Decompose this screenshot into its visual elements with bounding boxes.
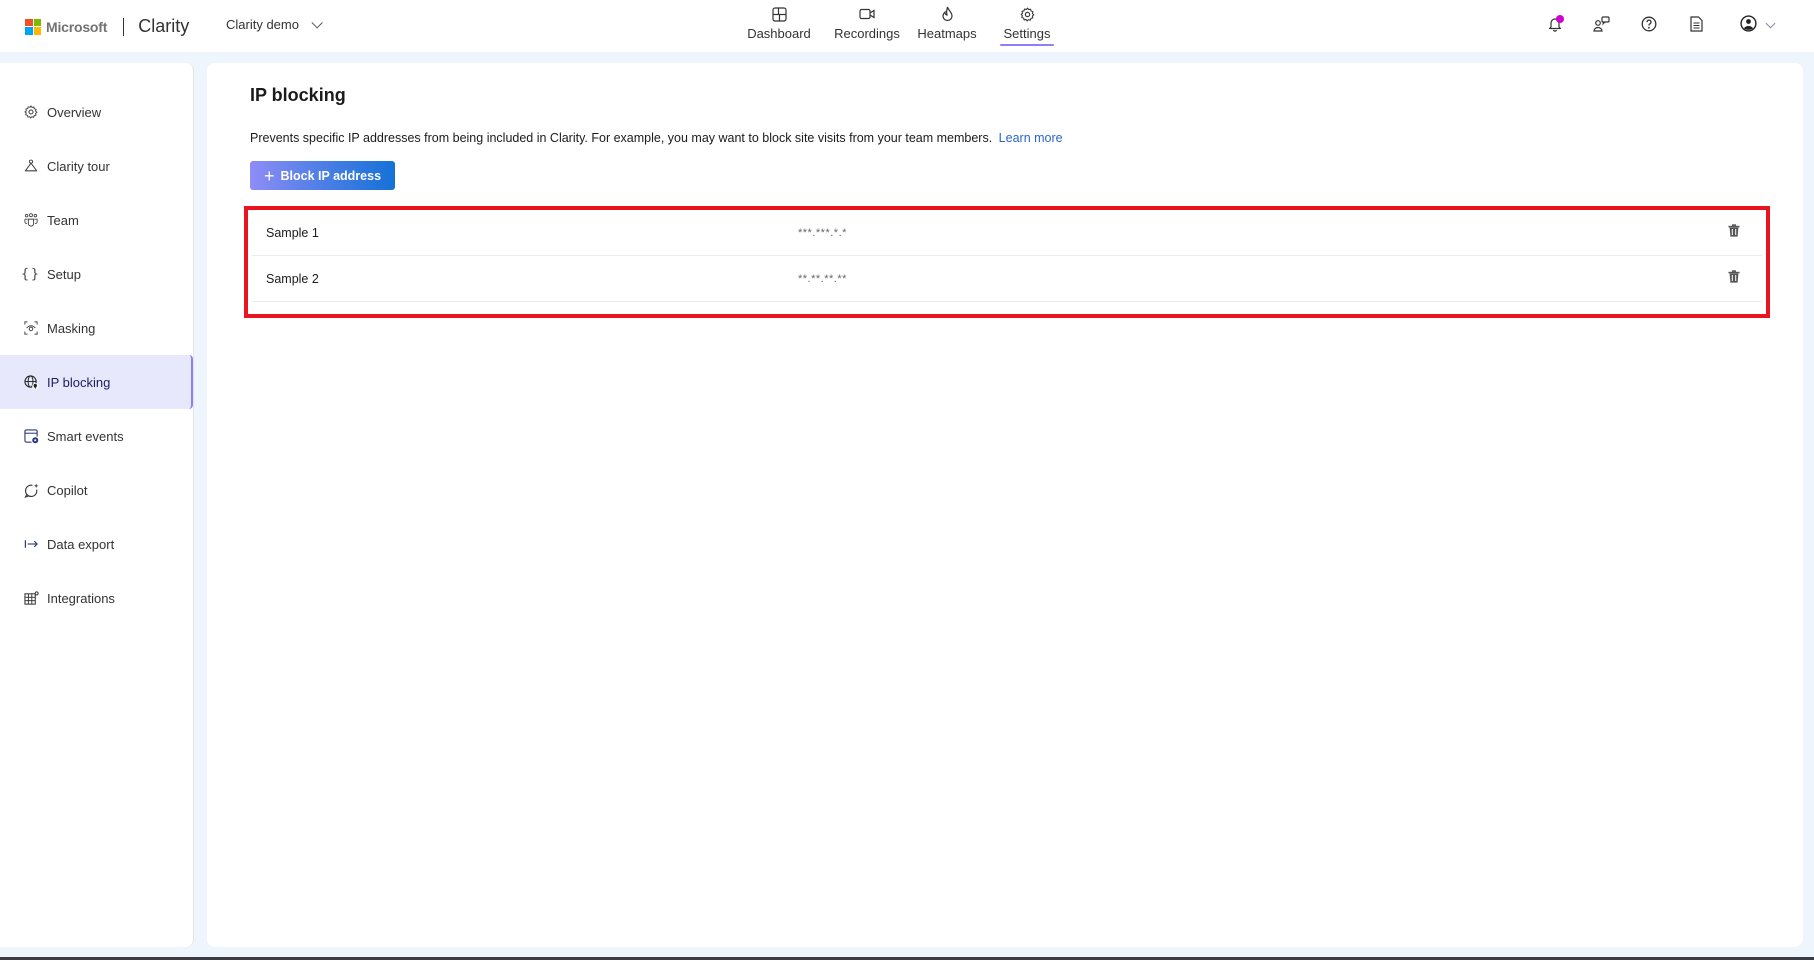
account-button[interactable] xyxy=(1740,14,1776,38)
top-header: Microsoft Clarity Clarity demo Dashboard… xyxy=(0,0,1814,52)
nav-tab-heatmaps[interactable]: Heatmaps xyxy=(917,5,977,41)
ip-address-value: **.**.**.** xyxy=(798,272,847,285)
braces-icon: {} xyxy=(21,266,41,282)
sidebar-item-smart-events[interactable]: Smart events xyxy=(0,409,193,463)
gear-icon xyxy=(1018,5,1036,23)
chevron-down-icon xyxy=(311,16,323,29)
help-circle-icon xyxy=(1641,16,1657,37)
flame-icon xyxy=(938,5,956,23)
copilot-sparkle-icon xyxy=(23,482,39,498)
sidebar-item-label: Setup xyxy=(47,266,81,282)
nav-tab-recordings[interactable]: Recordings xyxy=(834,5,900,41)
learn-more-link[interactable]: Learn more xyxy=(999,131,1063,145)
tour-hanger-icon xyxy=(23,158,39,174)
sidebar-item-label: Smart events xyxy=(47,428,124,444)
nav-tab-label: Recordings xyxy=(834,26,900,41)
sidebar-item-label: IP blocking xyxy=(47,374,111,390)
nav-tab-settings[interactable]: Settings xyxy=(1000,5,1054,46)
brand[interactable]: Microsoft Clarity xyxy=(25,16,189,37)
help-button[interactable] xyxy=(1637,14,1661,38)
dashboard-icon xyxy=(770,5,788,23)
microsoft-logo-icon xyxy=(25,18,41,35)
blocked-ip-list: Sample 1 ***.***.*.* Sample 2 **.**.**.*… xyxy=(244,206,1770,318)
ip-rule-name: Sample 2 xyxy=(266,271,319,286)
sidebar-item-team[interactable]: Team xyxy=(0,193,193,247)
block-ip-address-label: Block IP address xyxy=(280,168,382,183)
sidebar-item-label: Integrations xyxy=(47,590,115,606)
sidebar-item-label: Team xyxy=(47,212,79,228)
top-nav: Dashboard Recordings Heatmaps Settings xyxy=(745,5,1054,46)
export-arrow-icon xyxy=(23,536,39,552)
table-row: Sample 1 ***.***.*.* xyxy=(252,210,1762,256)
notifications-button[interactable] xyxy=(1543,14,1567,38)
table-row: Sample 2 **.**.**.** xyxy=(252,256,1762,302)
sidebar-item-setup[interactable]: {} Setup xyxy=(0,247,193,301)
header-actions xyxy=(1520,14,1776,38)
nav-tab-label: Dashboard xyxy=(747,26,811,41)
main-content: IP blocking Prevents specific IP address… xyxy=(207,63,1803,947)
sidebar-item-copilot[interactable]: Copilot xyxy=(0,463,193,517)
nav-tab-label: Heatmaps xyxy=(917,26,977,41)
sidebar-item-integrations[interactable]: Integrations xyxy=(0,571,193,625)
document-icon xyxy=(1689,15,1703,37)
documentation-button[interactable] xyxy=(1684,14,1708,38)
team-icon xyxy=(23,212,39,228)
grid-plug-icon xyxy=(23,590,39,606)
sidebar-item-overview[interactable]: Overview xyxy=(0,85,193,139)
app-name: Clarity xyxy=(138,16,190,36)
description-text: Prevents specific IP addresses from bein… xyxy=(250,131,993,145)
sidebar-item-label: Copilot xyxy=(47,482,88,498)
sidebar-item-ip-blocking[interactable]: IP blocking xyxy=(0,355,193,409)
people-chat-icon xyxy=(1593,15,1611,37)
eye-scan-icon xyxy=(23,320,39,336)
ip-address-value: ***.***.*.* xyxy=(798,226,847,239)
nav-tab-label: Settings xyxy=(1003,26,1051,41)
sidebar-item-clarity-tour[interactable]: Clarity tour xyxy=(0,139,193,193)
sidebar-item-label: Overview xyxy=(47,104,102,120)
sidebar-item-masking[interactable]: Masking xyxy=(0,301,193,355)
video-camera-icon xyxy=(858,5,876,23)
calendar-gear-icon xyxy=(23,428,39,444)
sidebar-item-label: Masking xyxy=(47,320,96,336)
microsoft-wordmark: Microsoft xyxy=(46,18,108,35)
delete-trash-icon[interactable] xyxy=(1728,224,1742,238)
delete-trash-icon[interactable] xyxy=(1728,270,1742,284)
sidebar-item-label: Clarity tour xyxy=(47,158,110,174)
page-description: Prevents specific IP addresses from bein… xyxy=(250,131,1063,145)
project-selector[interactable]: Clarity demo xyxy=(226,16,323,32)
account-icon xyxy=(1740,15,1757,37)
feedback-button[interactable] xyxy=(1590,14,1614,38)
ip-rule-name: Sample 1 xyxy=(266,225,319,240)
nav-tab-dashboard[interactable]: Dashboard xyxy=(745,5,813,41)
settings-sidebar: Overview Clarity tour Team {} Setup Mask… xyxy=(0,63,194,947)
sidebar-item-label: Data export xyxy=(47,536,115,552)
notification-badge xyxy=(1556,15,1564,23)
block-ip-address-button[interactable]: + Block IP address xyxy=(250,161,395,190)
project-name: Clarity demo xyxy=(226,17,299,32)
gear-icon xyxy=(23,104,39,120)
sidebar-item-data-export[interactable]: Data export xyxy=(0,517,193,571)
globe-lock-icon xyxy=(23,374,39,390)
chevron-down-icon xyxy=(1765,18,1776,28)
page-title: IP blocking xyxy=(250,85,346,105)
brand-divider xyxy=(123,17,125,36)
plus-icon: + xyxy=(264,165,275,186)
